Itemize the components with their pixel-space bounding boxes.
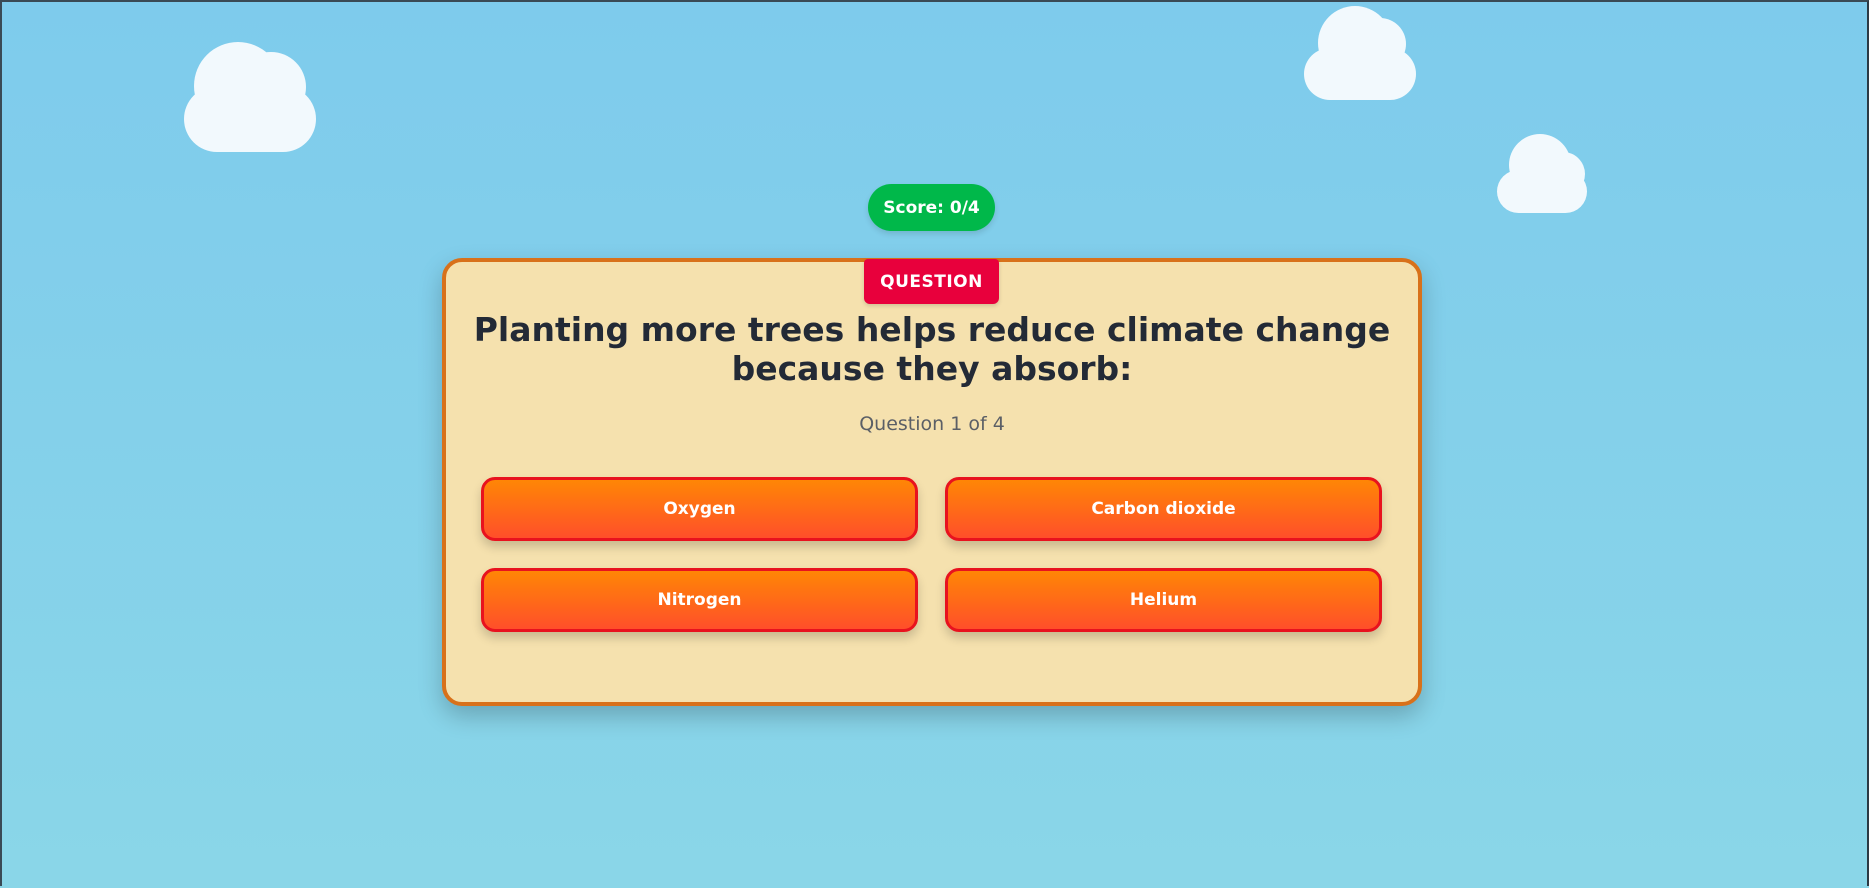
answer-button-helium[interactable]: Helium	[945, 568, 1382, 632]
cloud-left	[184, 42, 316, 152]
cloud-right	[1497, 134, 1587, 213]
answer-button-carbon-dioxide[interactable]: Carbon dioxide	[945, 477, 1382, 541]
cloud-top-right	[1304, 6, 1416, 100]
score-label: Score: 0/4	[883, 197, 980, 218]
question-text: Planting more trees helps reduce climate…	[473, 310, 1391, 388]
answer-label: Carbon dioxide	[1091, 499, 1236, 519]
answer-label: Nitrogen	[657, 590, 742, 610]
answer-button-nitrogen[interactable]: Nitrogen	[481, 568, 918, 632]
answer-label: Helium	[1129, 590, 1198, 610]
answer-button-oxygen[interactable]: Oxygen	[481, 477, 918, 541]
question-tag: QUESTION	[864, 259, 999, 304]
question-tag-label: QUESTION	[880, 271, 983, 292]
score-badge: Score: 0/4	[868, 184, 995, 231]
answer-label: Oxygen	[663, 499, 736, 519]
question-progress: Question 1 of 4	[859, 413, 1005, 435]
